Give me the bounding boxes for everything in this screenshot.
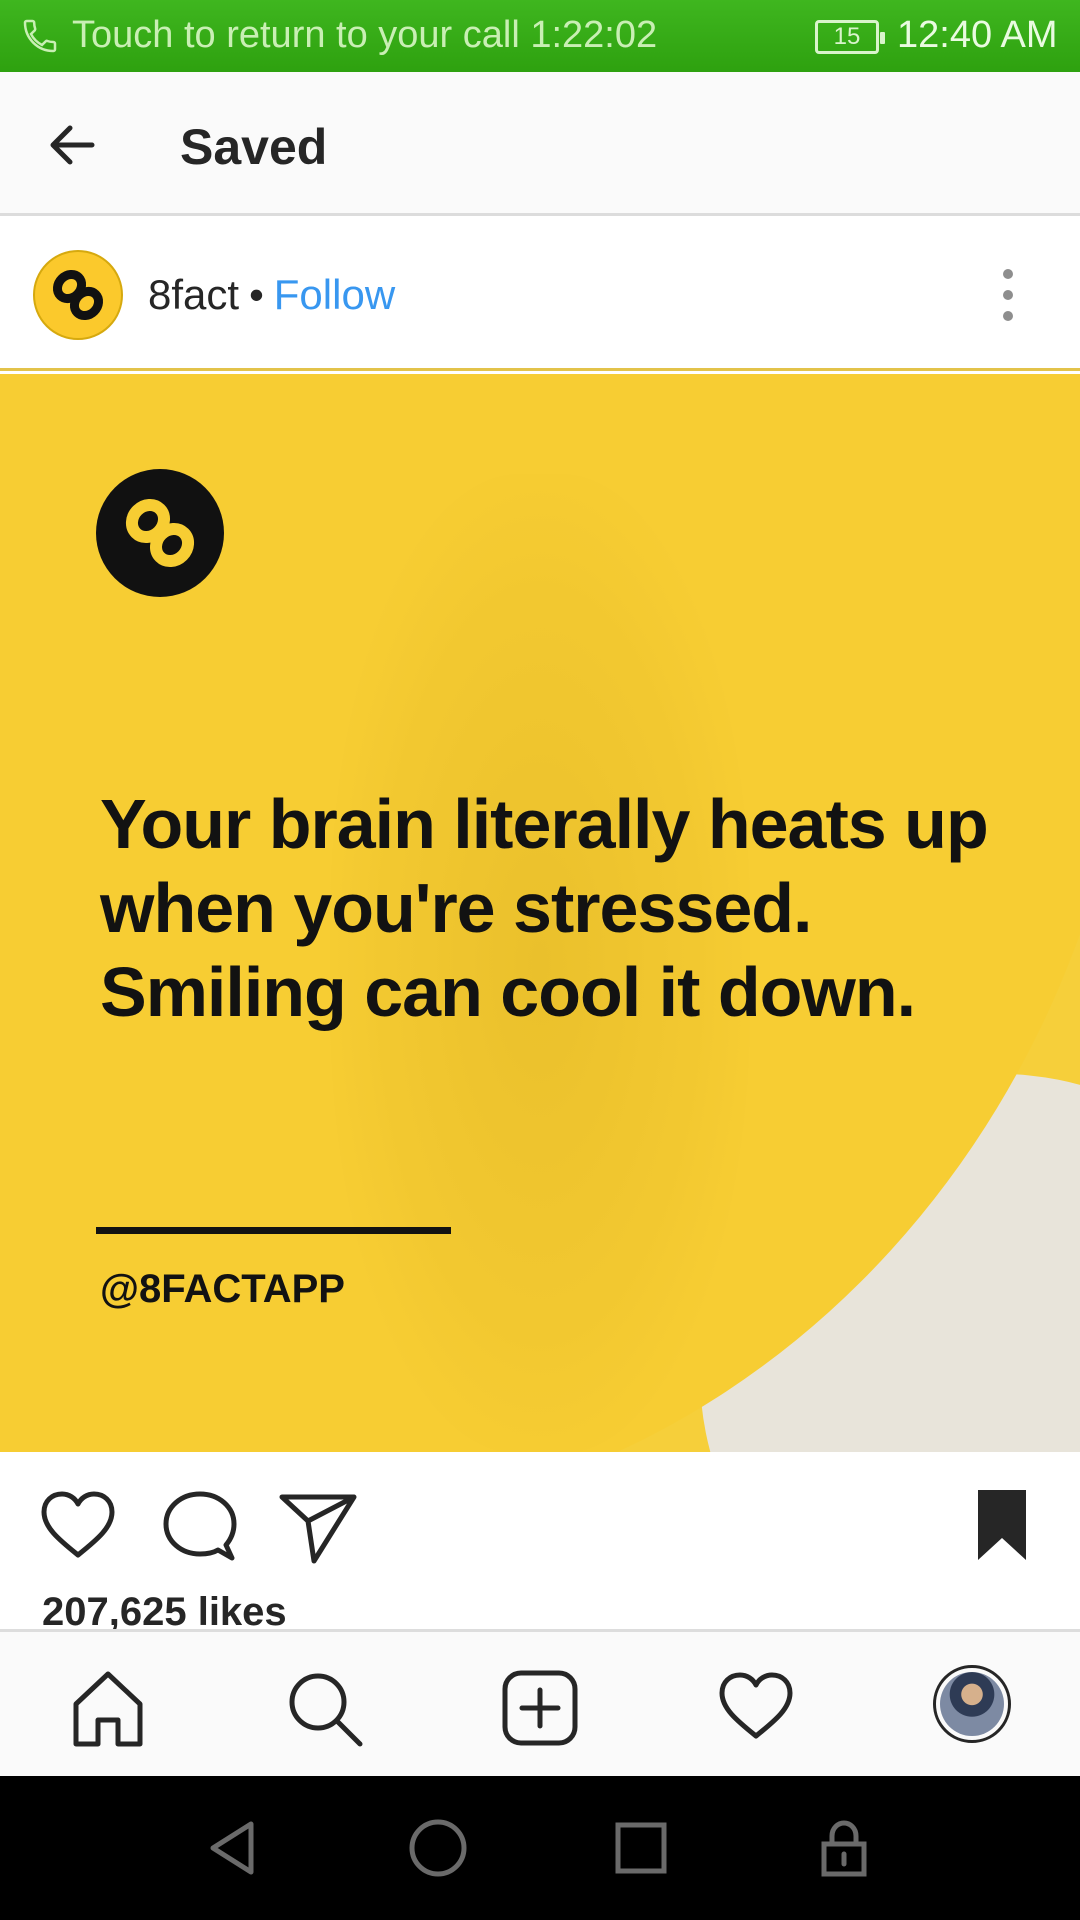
system-navigation-bar <box>0 1776 1080 1920</box>
top-app-bar: Saved <box>0 72 1080 216</box>
image-handle: @8FACTAPP <box>100 1267 345 1311</box>
avatar <box>940 1672 1004 1736</box>
heart-icon[interactable] <box>716 1668 796 1748</box>
arrow-left-icon[interactable] <box>44 117 100 173</box>
bookmark-icon[interactable] <box>962 1486 1042 1566</box>
more-vertical-icon[interactable] <box>998 269 1018 321</box>
post-user-line: 8fact • Follow <box>148 271 395 319</box>
call-timer: 1:22:02 <box>530 14 658 56</box>
username[interactable]: 8fact <box>148 271 239 319</box>
back-triangle-icon[interactable] <box>203 1816 267 1880</box>
battery-level: 15 <box>833 23 861 50</box>
call-status-bar[interactable]: Touch to return to your call 1:22:02 15 … <box>0 0 1080 72</box>
battery-icon: 15 <box>815 20 885 54</box>
infinity-logo-icon <box>125 498 195 568</box>
search-icon[interactable] <box>284 1668 364 1748</box>
page-title: Saved <box>180 119 328 175</box>
home-icon[interactable] <box>68 1668 148 1748</box>
post-actions: 207,625 likes <box>0 1452 1080 1634</box>
status-time: 12:40 AM <box>897 14 1058 56</box>
lock-icon[interactable] <box>812 1816 876 1880</box>
divider-line <box>96 1227 451 1234</box>
fact-text: Your brain literally heats up when you'r… <box>100 785 989 1031</box>
bottom-navigation <box>0 1629 1080 1776</box>
account-avatar[interactable] <box>33 250 123 340</box>
return-to-call-text[interactable]: Touch to return to your call 1:22:02 <box>72 14 657 57</box>
post-image[interactable]: Your brain literally heats up when you'r… <box>0 374 1080 1452</box>
profile-avatar[interactable] <box>933 1665 1011 1743</box>
8fact-logo-icon <box>52 269 104 321</box>
home-circle-icon[interactable] <box>406 1816 470 1880</box>
heart-icon[interactable] <box>38 1487 118 1567</box>
plus-square-icon[interactable] <box>500 1668 580 1748</box>
comment-icon[interactable] <box>160 1487 240 1567</box>
8fact-logo-icon <box>96 469 224 597</box>
screen: Touch to return to your call 1:22:02 15 … <box>0 0 1080 1920</box>
follow-button[interactable]: Follow <box>274 271 395 319</box>
separator-dot: • <box>249 271 264 318</box>
phone-icon <box>23 19 57 53</box>
recents-square-icon[interactable] <box>609 1816 673 1880</box>
post-header: 8fact • Follow <box>0 219 1080 371</box>
send-icon[interactable] <box>278 1487 358 1567</box>
